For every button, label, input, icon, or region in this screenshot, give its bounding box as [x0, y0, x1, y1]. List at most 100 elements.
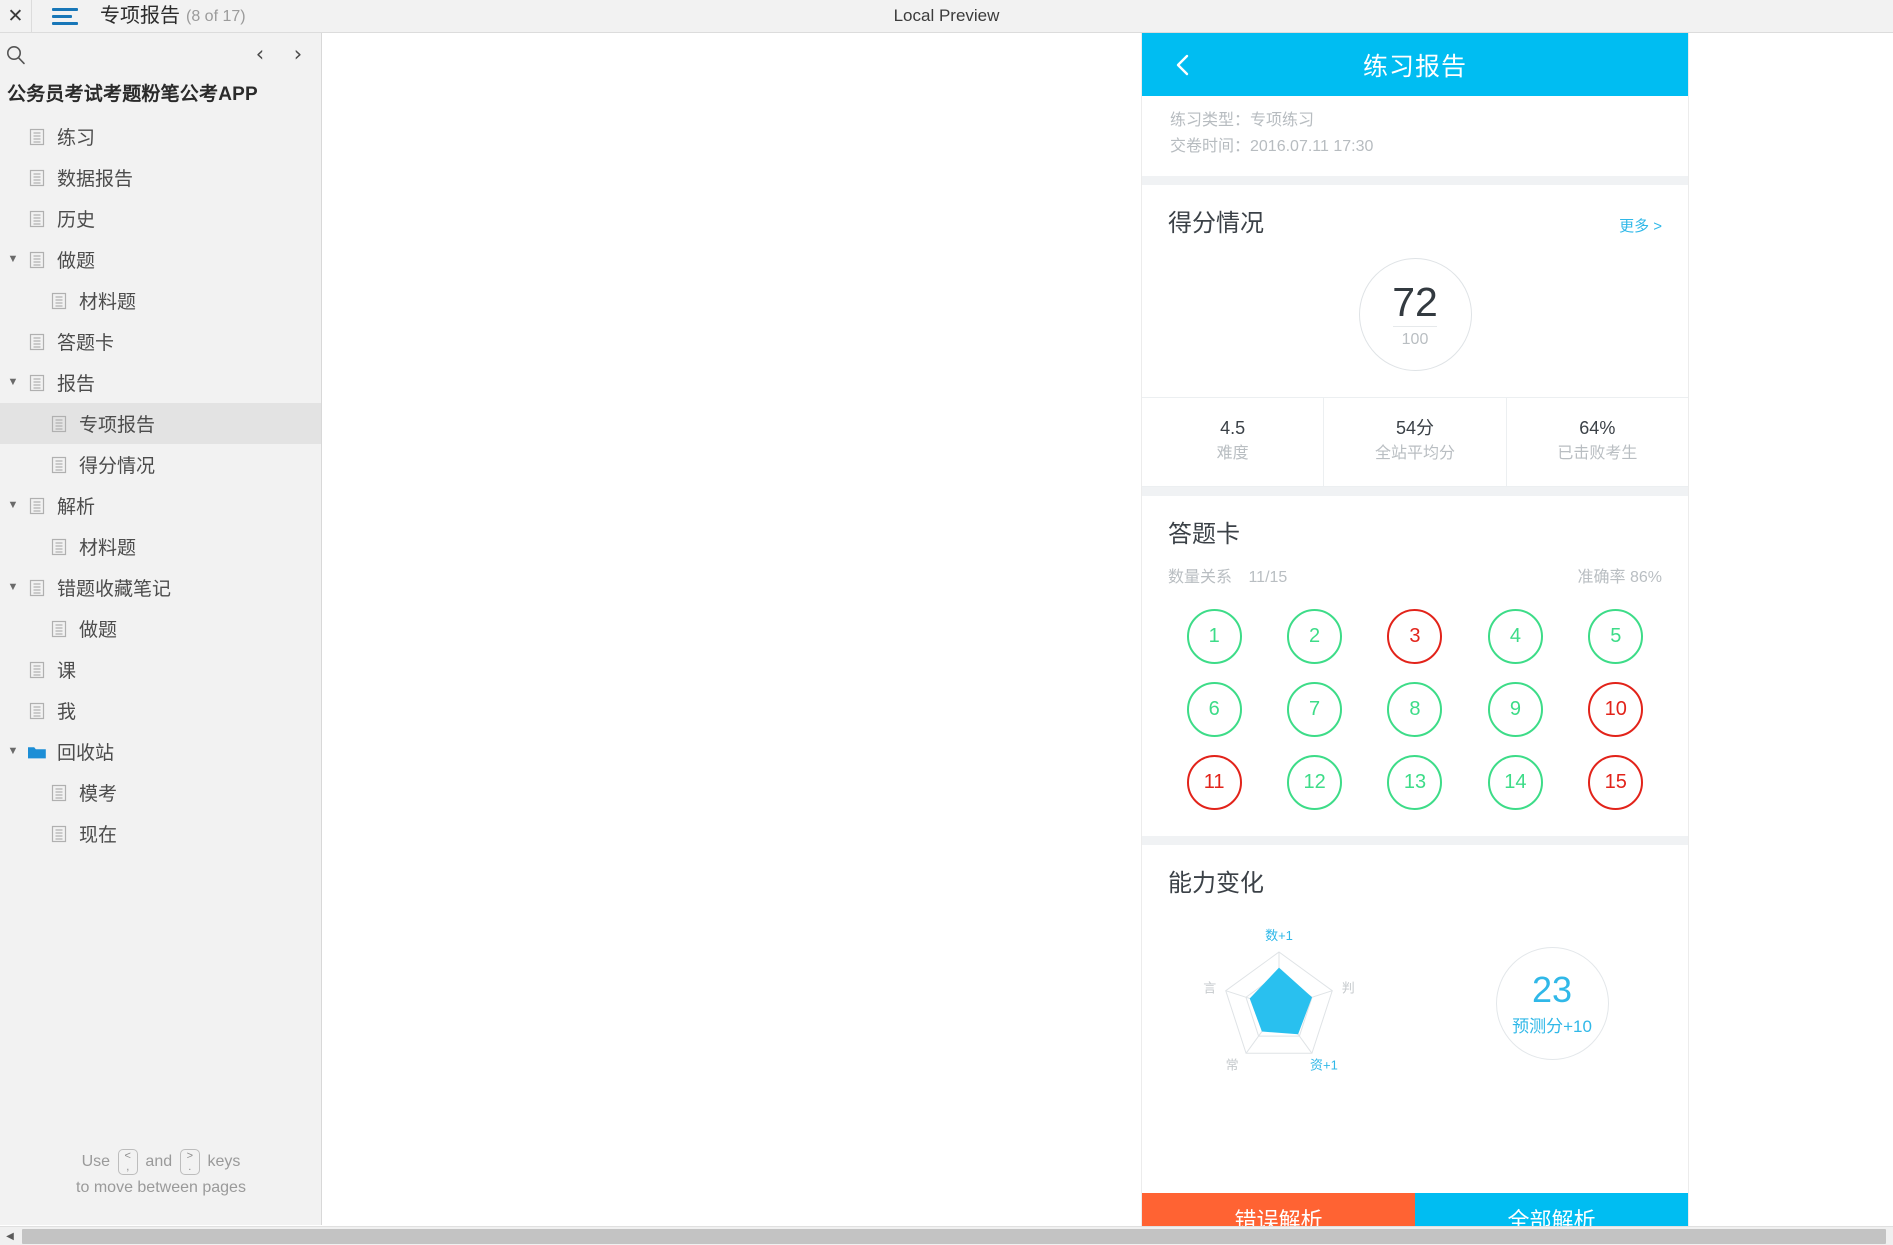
- answer-bubble-10[interactable]: 10: [1588, 682, 1644, 737]
- page-icon: [26, 372, 48, 394]
- tree-item-label: 我: [57, 702, 77, 723]
- chevron-down-icon[interactable]: ▼: [0, 500, 26, 511]
- ability-card: 能力变化 数+1 判资+1 常 言 23 预测分+10: [1142, 845, 1688, 1101]
- page-title: 练习报告: [1362, 52, 1467, 81]
- tree-item-label: 模考: [79, 784, 118, 805]
- hint-text-suffix: keys: [207, 1153, 241, 1170]
- chevron-down-icon[interactable]: ▼: [0, 254, 26, 265]
- answer-bubble-15[interactable]: 15: [1588, 755, 1644, 810]
- hint-text-line2: to move between pages: [76, 1179, 246, 1196]
- score-more-link[interactable]: 更多 >: [1619, 215, 1662, 236]
- document-title: 专项报告: [100, 5, 180, 27]
- section-divider-3: [1142, 836, 1688, 845]
- phone-preview: 练习报告 练习类型：专项练习 交卷时间：2016.07.11 17:30 得分情…: [1141, 33, 1689, 1245]
- radar-axis-label-4: 言: [1203, 981, 1216, 996]
- score-circle: 72 100: [1358, 258, 1472, 371]
- window-top-bar: ✕ 专项报告 (8 of 17) Local Preview: [0, 0, 1893, 33]
- answer-card-meta: 数量关系 11/15 准确率 86%: [1142, 555, 1688, 587]
- answer-bubble-8[interactable]: 8: [1387, 682, 1443, 737]
- stat-cell-2: 64% 已击败考生: [1505, 398, 1688, 486]
- sidebar-toolbar: ‹ ›: [0, 33, 321, 75]
- answer-category-group: 数量关系 11/15: [1168, 563, 1287, 587]
- scroll-left-arrow[interactable]: ◀: [2, 1229, 18, 1244]
- tree-item-13[interactable]: ▼课: [0, 649, 321, 690]
- page-icon: [26, 577, 48, 599]
- page-icon: [26, 700, 48, 722]
- answer-bubble-1[interactable]: 1: [1186, 609, 1242, 664]
- tree-item-1[interactable]: ▼数据报告: [0, 157, 321, 198]
- page-icon: [48, 823, 70, 845]
- tree-item-3[interactable]: ▼ 做题: [0, 239, 321, 280]
- answer-card-title: 答题卡: [1168, 521, 1240, 548]
- horizontal-scrollbar[interactable]: ◀: [0, 1226, 1893, 1245]
- radar-chart: 数+1 判资+1 常 言: [1203, 928, 1355, 1072]
- tree-item-10[interactable]: ▼材料题: [0, 526, 321, 567]
- prev-page-button[interactable]: ‹: [247, 39, 273, 69]
- tree-item-9[interactable]: ▼ 解析: [0, 485, 321, 526]
- hint-text-and: and: [145, 1153, 173, 1170]
- tree-item-16[interactable]: ▼模考: [0, 772, 321, 813]
- hint-text-prefix: Use: [81, 1153, 111, 1170]
- chevron-left-icon[interactable]: [1170, 50, 1196, 80]
- hamburger-menu-icon[interactable]: [52, 4, 82, 28]
- scrollbar-thumb[interactable]: [22, 1229, 1886, 1244]
- search-icon[interactable]: [4, 43, 30, 69]
- tree-item-0[interactable]: ▼练习: [0, 116, 321, 157]
- chevron-down-icon[interactable]: ▼: [0, 582, 26, 593]
- tree-item-5[interactable]: ▼答题卡: [0, 321, 321, 362]
- tree-item-2[interactable]: ▼历史: [0, 198, 321, 239]
- answer-bubble-7[interactable]: 7: [1287, 682, 1343, 737]
- ability-card-header: 能力变化: [1142, 845, 1688, 904]
- page-icon: [48, 536, 70, 558]
- page-icon: [26, 126, 48, 148]
- answer-card: 答题卡 数量关系 11/15 准确率 86% 1 2 3 4 5 6 7 8 9 10 11 12 13…: [1142, 496, 1688, 836]
- tree-item-label: 解析: [57, 497, 96, 518]
- answer-bubble-14[interactable]: 14: [1487, 755, 1543, 810]
- radar-chart-wrap: 数+1 判资+1 常 言: [1142, 916, 1416, 1091]
- prev-key-bottom: ,: [126, 1160, 130, 1173]
- stat-label: 难度: [1216, 445, 1249, 462]
- stat-value: 4.5: [1220, 418, 1246, 438]
- tree-item-label: 专项报告: [79, 415, 156, 436]
- tree-item-4[interactable]: ▼材料题: [0, 280, 321, 321]
- chevron-down-icon[interactable]: ▼: [0, 746, 26, 757]
- tree-item-7[interactable]: ▼专项报告: [0, 403, 321, 444]
- tree-item-label: 现在: [79, 825, 118, 846]
- answer-bubble-5[interactable]: 5: [1588, 609, 1644, 664]
- radar-axis-label-0: 数+1: [1265, 928, 1293, 943]
- tree-item-15[interactable]: ▼ 回收站: [0, 731, 321, 772]
- answer-bubble-3[interactable]: 3: [1387, 609, 1443, 664]
- close-icon[interactable]: ✕: [0, 0, 32, 32]
- tree-item-label: 得分情况: [79, 456, 156, 477]
- page-icon: [26, 331, 48, 353]
- tree-item-14[interactable]: ▼我: [0, 690, 321, 731]
- tree-item-17[interactable]: ▼现在: [0, 813, 321, 854]
- page-icon: [48, 290, 70, 312]
- next-page-button[interactable]: ›: [285, 39, 311, 69]
- ability-card-title: 能力变化: [1168, 870, 1264, 897]
- answer-bubble-4[interactable]: 4: [1487, 609, 1543, 664]
- answer-bubble-9[interactable]: 9: [1487, 682, 1543, 737]
- sidebar: ‹ › 公务员考试考题粉笔公考APP ▼练习▼数据报告▼历史▼做题▼材料题▼答题…: [0, 33, 322, 1225]
- stat-label: 全站平均分: [1374, 445, 1455, 462]
- answer-bubble-grid: 1 2 3 4 5 6 7 8 9 10 11 12 13 14 15: [1142, 587, 1688, 836]
- tree-item-12[interactable]: ▼做题: [0, 608, 321, 649]
- practice-meta: 练习类型：专项练习 交卷时间：2016.07.11 17:30: [1142, 96, 1688, 176]
- tree-item-label: 数据报告: [57, 169, 134, 190]
- tree-item-11[interactable]: ▼ 错题收藏笔记: [0, 567, 321, 608]
- tree-item-label: 错题收藏笔记: [57, 579, 172, 600]
- tree-item-label: 材料题: [79, 292, 137, 313]
- answer-bubble-13[interactable]: 13: [1387, 755, 1443, 810]
- tree-item-8[interactable]: ▼得分情况: [0, 444, 321, 485]
- tree-item-6[interactable]: ▼ 报告: [0, 362, 321, 403]
- phone-header: 练习报告: [1142, 33, 1688, 96]
- stat-cell-0: 4.5 难度: [1142, 398, 1323, 486]
- answer-bubble-11[interactable]: 11: [1186, 755, 1242, 810]
- answer-bubble-2[interactable]: 2: [1287, 609, 1343, 664]
- score-card-title: 得分情况: [1168, 210, 1264, 237]
- page-icon: [26, 249, 48, 271]
- answer-bubble-6[interactable]: 6: [1186, 682, 1242, 737]
- tree-item-label: 答题卡: [57, 333, 115, 354]
- chevron-down-icon[interactable]: ▼: [0, 377, 26, 388]
- answer-bubble-12[interactable]: 12: [1287, 755, 1343, 810]
